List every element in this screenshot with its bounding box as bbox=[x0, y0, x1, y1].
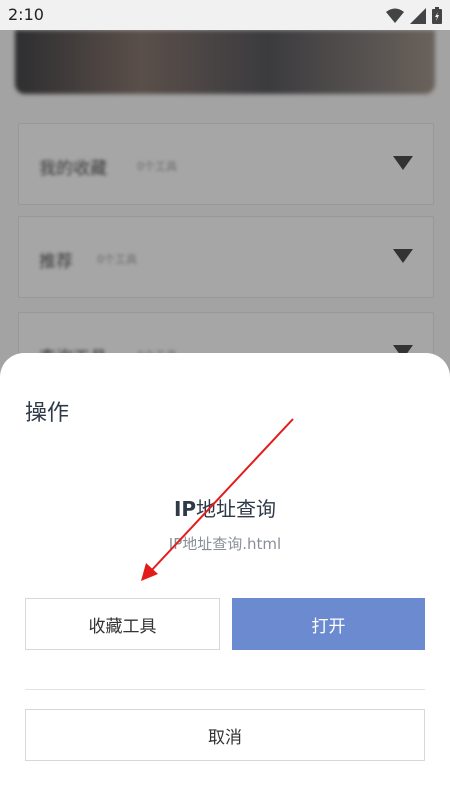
open-button[interactable]: 打开 bbox=[232, 598, 425, 650]
tool-name-latin: IP bbox=[173, 497, 197, 521]
caret-down-icon bbox=[393, 249, 413, 263]
status-bar: 2:10 bbox=[0, 0, 450, 30]
tool-name-cjk: 地址查询 bbox=[196, 497, 277, 521]
category-count: 0个工具 bbox=[137, 160, 177, 173]
category-card-recommend: 推荐 0个工具 bbox=[18, 216, 434, 298]
caret-down-icon bbox=[393, 156, 413, 170]
status-time: 2:10 bbox=[8, 5, 44, 24]
status-icons bbox=[386, 7, 442, 24]
banner-image bbox=[15, 30, 435, 94]
category-title: 我的收藏 bbox=[39, 159, 107, 179]
cell-signal-icon bbox=[410, 7, 426, 24]
category-count: 0个工具 bbox=[97, 253, 137, 266]
action-sheet: 操作 IP地址查询 IP地址查询.html 收藏工具 打开 取消 bbox=[0, 353, 450, 800]
category-title: 推荐 bbox=[39, 252, 73, 272]
tool-filename: IP地址查询.html bbox=[168, 535, 282, 553]
wifi-icon bbox=[386, 8, 404, 23]
cancel-button[interactable]: 取消 bbox=[25, 709, 425, 761]
favorite-tool-button[interactable]: 收藏工具 bbox=[25, 598, 220, 650]
sheet-title: 操作 bbox=[25, 401, 70, 426]
divider bbox=[25, 689, 425, 690]
category-card-favorites: 我的收藏 0个工具 bbox=[18, 123, 434, 205]
battery-icon bbox=[432, 7, 442, 24]
tool-name: IP地址查询 bbox=[0, 493, 450, 522]
